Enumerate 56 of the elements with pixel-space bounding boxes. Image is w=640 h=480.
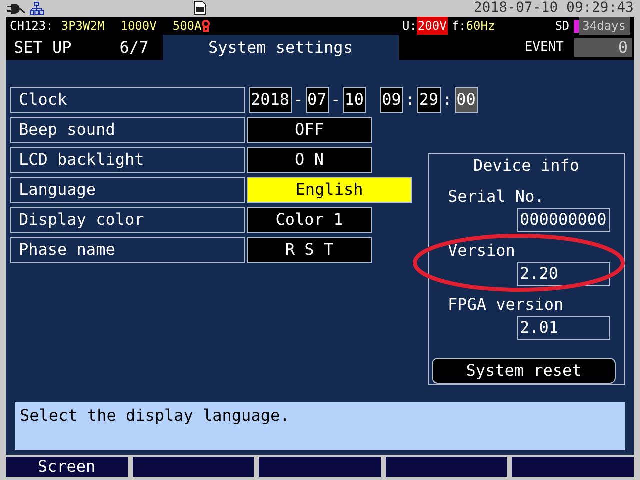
- network-icon: [30, 2, 44, 15]
- voltage-range: 1000V: [120, 18, 157, 35]
- nominal-voltage: 200V: [416, 17, 448, 35]
- function-key[interactable]: [132, 457, 254, 477]
- setting-label: Display color: [10, 207, 245, 233]
- event-label: EVENT: [524, 39, 564, 57]
- function-key[interactable]: Screen: [6, 457, 128, 477]
- sd-remaining: 34days: [578, 17, 630, 35]
- clock-field[interactable]: 29: [417, 87, 441, 113]
- setting-label: Beep sound: [10, 117, 245, 143]
- clock-field[interactable]: 00: [454, 87, 478, 113]
- setting-value[interactable]: English: [247, 177, 412, 203]
- function-key[interactable]: [512, 457, 634, 477]
- separator: :: [404, 89, 416, 111]
- event-count: 0: [574, 38, 632, 57]
- voltage-label: U:: [402, 18, 417, 35]
- help-message: Select the display language.: [15, 402, 625, 450]
- separator: :: [442, 89, 454, 111]
- storage-bar: [574, 20, 579, 32]
- frequency-value: 60Hz: [466, 18, 496, 35]
- sd-card-icon: [194, 1, 207, 16]
- setting-value[interactable]: O N: [247, 147, 372, 173]
- page-indicator: 6/7: [120, 37, 149, 59]
- channel-label: CH123:: [10, 18, 54, 35]
- setting-value[interactable]: Color 1: [247, 207, 372, 233]
- clock-field[interactable]: 10: [342, 87, 366, 113]
- setting-value[interactable]: R S T: [247, 237, 372, 263]
- wiring-value: 3P3W2M: [61, 18, 105, 35]
- function-key[interactable]: [259, 457, 381, 477]
- frequency-label: f:: [452, 18, 466, 35]
- setting-value[interactable]: OFF: [247, 117, 372, 143]
- separator: -: [292, 89, 304, 111]
- info-label: Serial No.: [448, 186, 546, 208]
- system-reset-button[interactable]: System reset: [432, 358, 616, 384]
- info-label: FPGA version: [448, 294, 565, 316]
- setting-label: Language: [10, 177, 245, 203]
- sd-label: SD: [555, 18, 570, 35]
- info-value: 2.01: [517, 316, 610, 340]
- screen-title: System settings: [162, 35, 399, 60]
- mode-label: SET UP: [14, 37, 72, 59]
- clock-field[interactable]: 07: [306, 87, 329, 113]
- info-value: 2.20: [517, 262, 610, 286]
- setting-label: LCD backlight: [10, 147, 245, 173]
- info-label: Version: [448, 240, 516, 262]
- panel-title: Device info: [472, 155, 580, 177]
- setting-label: Clock: [10, 87, 245, 113]
- info-value: 000000000: [517, 208, 610, 232]
- current-range: 500A: [172, 18, 202, 35]
- setting-label: Phase name: [10, 237, 245, 263]
- separator: -: [330, 89, 342, 111]
- power-plug-icon: [6, 2, 26, 14]
- function-key[interactable]: [386, 457, 508, 477]
- date-time: 2018-07-10 09:29:43: [474, 0, 634, 17]
- clock-field[interactable]: 09: [380, 87, 404, 113]
- clock-field[interactable]: 2018: [249, 87, 292, 113]
- clamp-sensor-icon: [202, 20, 210, 32]
